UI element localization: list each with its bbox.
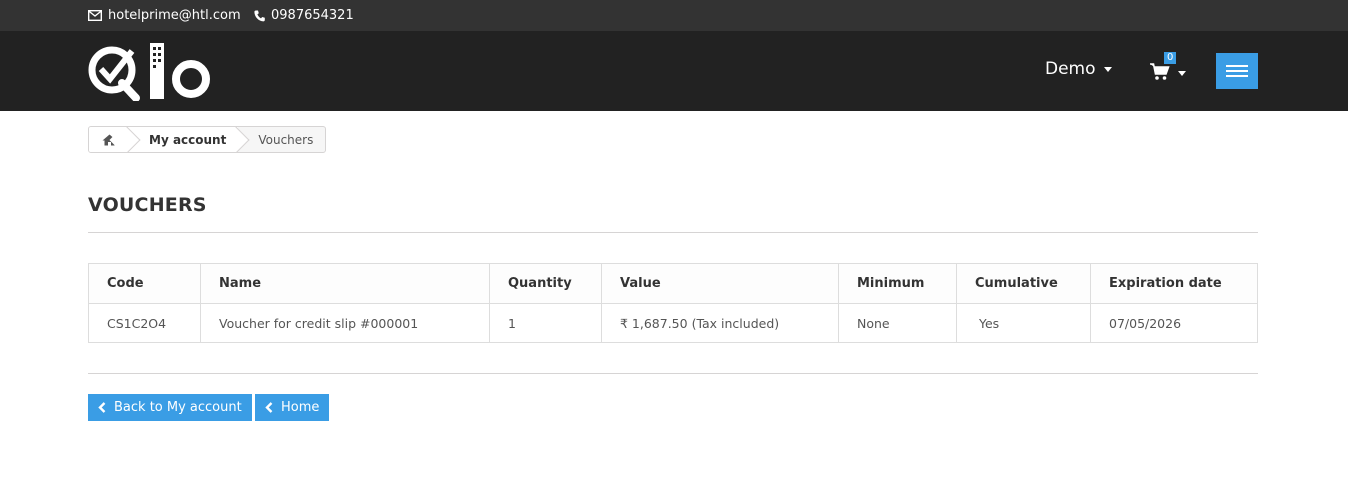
chevron-left-icon	[98, 402, 106, 413]
hamburger-icon-line	[1226, 75, 1248, 77]
envelope-icon	[88, 10, 102, 21]
contact-phone[interactable]: 0987654321	[254, 0, 354, 31]
main-header: Demo 0	[0, 31, 1348, 111]
hamburger-icon-line	[1226, 70, 1248, 72]
home-button[interactable]: Home	[255, 394, 330, 421]
vouchers-table: Code Name Quantity Value Minimum Cumulat…	[88, 263, 1258, 343]
voucher-quantity: 1	[489, 303, 602, 343]
top-contact-bar: hotelprime@htl.com 0987654321	[0, 0, 1348, 31]
hamburger-menu-button[interactable]	[1216, 53, 1258, 89]
breadcrumb-my-account[interactable]: My account	[129, 127, 250, 152]
breadcrumb-my-account-label: My account	[149, 132, 227, 147]
caret-down-icon	[1103, 66, 1112, 72]
table-row: CS1C2O4 Voucher for credit slip #000001 …	[88, 303, 1258, 343]
contact-email-text: hotelprime@htl.com	[108, 8, 241, 23]
back-to-my-account-label: Back to My account	[114, 400, 242, 415]
title-divider	[88, 232, 1258, 233]
breadcrumb-vouchers: Vouchers	[238, 127, 325, 152]
voucher-expiration-date: 07/05/2026	[1090, 303, 1258, 343]
cart-count-badge: 0	[1164, 52, 1177, 64]
voucher-cumulative: Yes	[956, 303, 1091, 343]
qlo-logo[interactable]	[88, 41, 212, 101]
breadcrumb-vouchers-label: Vouchers	[258, 132, 314, 147]
footer-divider	[88, 373, 1258, 374]
page-title: VOUCHERS	[88, 194, 207, 216]
column-header-cumulative: Cumulative	[956, 263, 1091, 304]
user-menu-dropdown[interactable]: Demo	[1045, 59, 1112, 79]
user-menu-label: Demo	[1045, 59, 1096, 79]
contact-phone-text: 0987654321	[271, 8, 354, 23]
voucher-minimum: None	[838, 303, 957, 343]
contact-email[interactable]: hotelprime@htl.com	[88, 0, 241, 31]
hamburger-icon	[1226, 65, 1248, 67]
phone-icon	[254, 10, 265, 21]
column-header-expiration-date: Expiration date	[1090, 263, 1258, 304]
cart-icon	[1150, 63, 1170, 80]
column-header-quantity: Quantity	[489, 263, 602, 304]
home-button-label: Home	[281, 400, 320, 415]
back-to-my-account-button[interactable]: Back to My account	[88, 394, 252, 421]
voucher-code: CS1C2O4	[88, 303, 201, 343]
chevron-left-icon	[265, 402, 273, 413]
column-header-name: Name	[200, 263, 490, 304]
voucher-name: Voucher for credit slip #000001	[200, 303, 490, 343]
voucher-value: ₹ 1,687.50 (Tax included)	[601, 303, 839, 343]
table-header-row: Code Name Quantity Value Minimum Cumulat…	[88, 263, 1258, 304]
breadcrumb-home[interactable]	[89, 127, 141, 152]
caret-down-icon	[1178, 71, 1186, 76]
column-header-value: Value	[601, 263, 839, 304]
breadcrumb: My account Vouchers	[88, 126, 327, 153]
cart-dropdown[interactable]: 0	[1150, 52, 1190, 85]
column-header-minimum: Minimum	[838, 263, 957, 304]
column-header-code: Code	[88, 263, 201, 304]
